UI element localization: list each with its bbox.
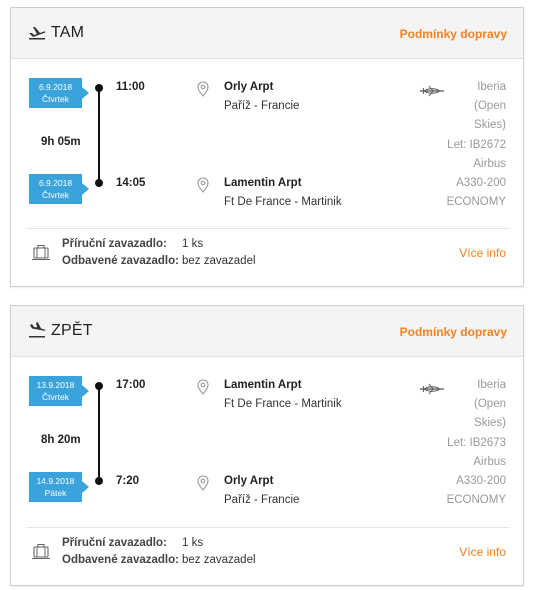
departure-date: 6.9.2018	[38, 82, 73, 92]
timeline-dot-arrival	[95, 179, 103, 187]
arrival-time: 14:05	[116, 177, 146, 189]
cabin-class: ECONOMY	[446, 494, 506, 507]
checked-baggage-value: bez zavazadel	[182, 554, 256, 566]
hand-baggage-label: Příruční zavazadlo:	[62, 537, 167, 549]
suitcase-icon	[32, 244, 50, 261]
checked-baggage-label: Odbavené zavazadlo:	[62, 255, 179, 267]
airline-name: Iberia	[477, 81, 506, 93]
divider	[27, 228, 509, 229]
arrival-date-badge: 6.9.2018 Čtvrtek	[29, 174, 89, 204]
flight-duration: 9h 05m	[41, 136, 81, 148]
flight-number: Let: IB2672	[447, 138, 506, 151]
departure-date: 13.9.2018	[36, 380, 75, 390]
map-pin-icon	[197, 475, 209, 491]
more-info-link[interactable]: Více info	[459, 246, 506, 260]
checked-baggage-label: Odbavené zavazadlo:	[62, 554, 179, 566]
timeline-line	[98, 88, 100, 184]
inbound-flight-card: ZPĚT Podmínky dopravy 13.9.2018 Čtvrtek …	[10, 305, 524, 586]
departure-airport: Lamentin Arpt	[224, 379, 302, 391]
departure-place: Paříž - Francie	[224, 100, 300, 112]
flight-details: Iberia (Open Skies) Let: IB2673 Airbus A…	[426, 376, 506, 510]
transport-conditions-link[interactable]: Podmínky dopravy	[400, 27, 507, 41]
flight-details: Iberia (Open Skies) Let: IB2672 Airbus A…	[426, 78, 506, 212]
direction-label: TAM	[51, 24, 85, 41]
timeline-dot-arrival	[95, 477, 103, 485]
airline-name: Iberia	[477, 379, 506, 391]
departure-airport: Orly Arpt	[224, 81, 274, 93]
map-pin-icon	[197, 379, 209, 395]
checked-baggage-value: bez zavazadel	[182, 255, 256, 267]
map-pin-icon	[197, 81, 209, 97]
timeline-dot-departure	[95, 382, 103, 390]
airline-sub: (Open	[474, 100, 506, 113]
departure-time: 17:00	[116, 379, 146, 391]
arrival-date-badge: 14.9.2018 Pátek	[29, 472, 89, 502]
flight-number: Let: IB2673	[447, 436, 506, 449]
aircraft-maker: Airbus	[473, 157, 506, 170]
divider	[27, 527, 509, 528]
cabin-class: ECONOMY	[446, 196, 506, 209]
arrival-weekday: Pátek	[44, 488, 67, 498]
flight-duration: 8h 20m	[41, 434, 81, 446]
departure-date-badge: 13.9.2018 Čtvrtek	[29, 376, 89, 406]
arrival-weekday: Čtvrtek	[42, 190, 69, 200]
departure-weekday: Čtvrtek	[42, 392, 69, 402]
flight-card-header: TAM Podmínky dopravy	[11, 8, 523, 59]
arrival-airport: Orly Arpt	[224, 475, 274, 487]
departure-weekday: Čtvrtek	[42, 94, 69, 104]
hand-baggage-value: 1 ks	[182, 537, 204, 549]
plane-landing-icon	[29, 322, 46, 338]
timeline-line	[98, 386, 100, 482]
transport-conditions-link[interactable]: Podmínky dopravy	[400, 325, 507, 339]
arrival-airport: Lamentin Arpt	[224, 177, 302, 189]
arrival-date: 14.9.2018	[36, 476, 75, 486]
suitcase-icon	[32, 543, 50, 560]
flight-card-header: ZPĚT Podmínky dopravy	[11, 306, 523, 357]
more-info-link[interactable]: Více info	[459, 545, 506, 559]
airline-sub: Skies)	[474, 119, 506, 132]
departure-place: Ft De France - Martinik	[224, 398, 342, 410]
arrival-place: Paříž - Francie	[224, 494, 300, 506]
aircraft-model: A330-200	[456, 177, 506, 190]
arrival-place: Ft De France - Martinik	[224, 196, 342, 208]
airline-sub: (Open	[474, 398, 506, 411]
aircraft-maker: Airbus	[473, 455, 506, 468]
timeline-dot-departure	[95, 84, 103, 92]
hand-baggage-value: 1 ks	[182, 238, 204, 250]
arrival-time: 7:20	[116, 475, 140, 487]
airline-sub: Skies)	[474, 417, 506, 430]
aircraft-model: A330-200	[456, 475, 506, 488]
outbound-flight-card: TAM Podmínky dopravy 6.9.2018 Čtvrtek 11…	[10, 7, 524, 287]
departure-date-badge: 6.9.2018 Čtvrtek	[29, 78, 89, 108]
map-pin-icon	[197, 177, 209, 193]
plane-takeoff-icon	[29, 27, 46, 40]
hand-baggage-label: Příruční zavazadlo:	[62, 238, 167, 250]
departure-time: 11:00	[116, 81, 145, 93]
direction-label: ZPĚT	[51, 322, 93, 339]
arrival-date: 6.9.2018	[38, 178, 73, 188]
